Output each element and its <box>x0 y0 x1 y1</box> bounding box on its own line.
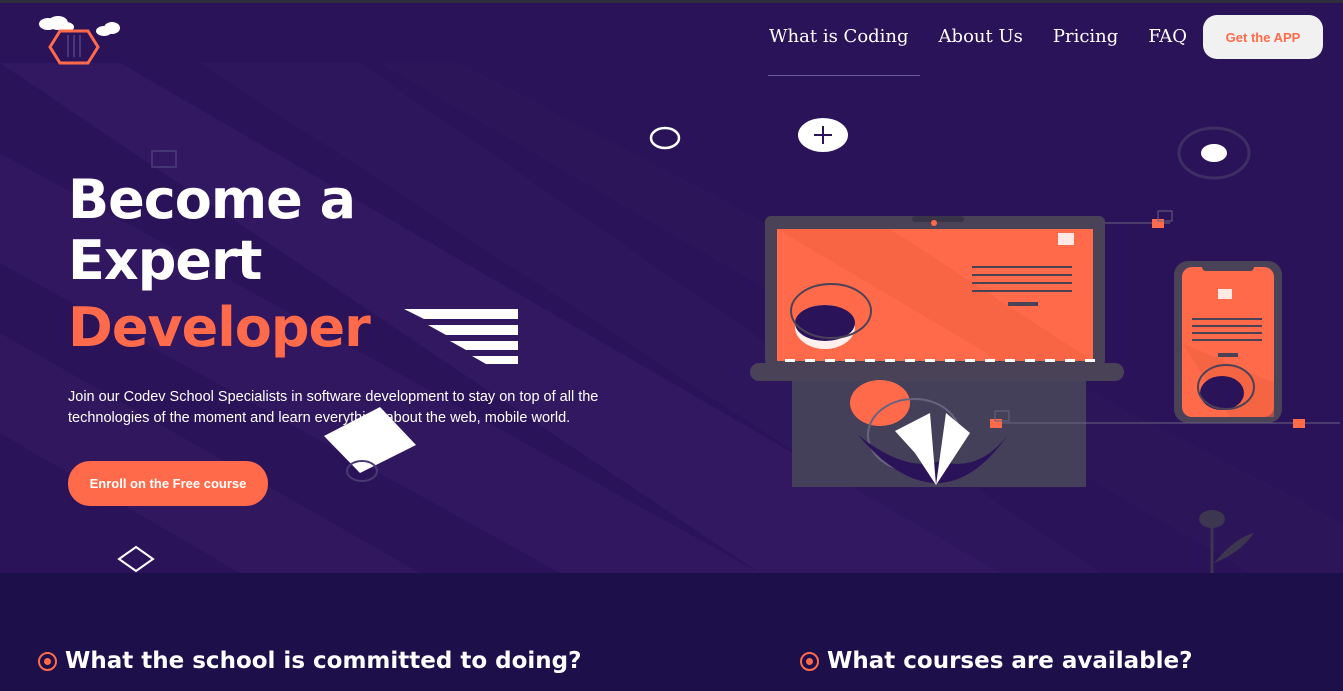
section-heading-courses: What courses are available? <box>800 648 1192 674</box>
enroll-free-course-button[interactable]: Enroll on the Free course <box>68 461 268 506</box>
section-heading-right-text: What courses are available? <box>827 648 1193 674</box>
get-the-app-button[interactable]: Get the APP <box>1203 15 1323 59</box>
hero-title-line2: Expert <box>68 229 262 292</box>
nav-active-underline <box>768 75 920 76</box>
nav-faq[interactable]: FAQ <box>1148 26 1187 47</box>
section-heading-left-text: What the school is committed to doing? <box>65 648 582 674</box>
main-navigation: What is Coding About Us Pricing FAQ Get … <box>769 15 1323 59</box>
nav-pricing[interactable]: Pricing <box>1053 26 1118 47</box>
nav-about-us[interactable]: About Us <box>939 26 1023 47</box>
target-bullet-icon <box>38 651 57 671</box>
hero-title-accent: Developer <box>68 296 371 359</box>
hero-section: What is Coding About Us Pricing FAQ Get … <box>0 3 1343 573</box>
target-bullet-icon <box>800 651 819 671</box>
hero-description: Join our Codev School Specialists in sof… <box>68 389 599 426</box>
codev-logo-icon <box>39 16 120 65</box>
devices-illustration <box>750 118 1340 573</box>
section-heading-school-commitment: What the school is committed to doing? <box>38 648 581 674</box>
hero-title-line1: Become a <box>68 168 356 231</box>
hero-title: Become a Expert Developer <box>68 168 371 359</box>
nav-what-is-coding[interactable]: What is Coding <box>769 26 909 47</box>
